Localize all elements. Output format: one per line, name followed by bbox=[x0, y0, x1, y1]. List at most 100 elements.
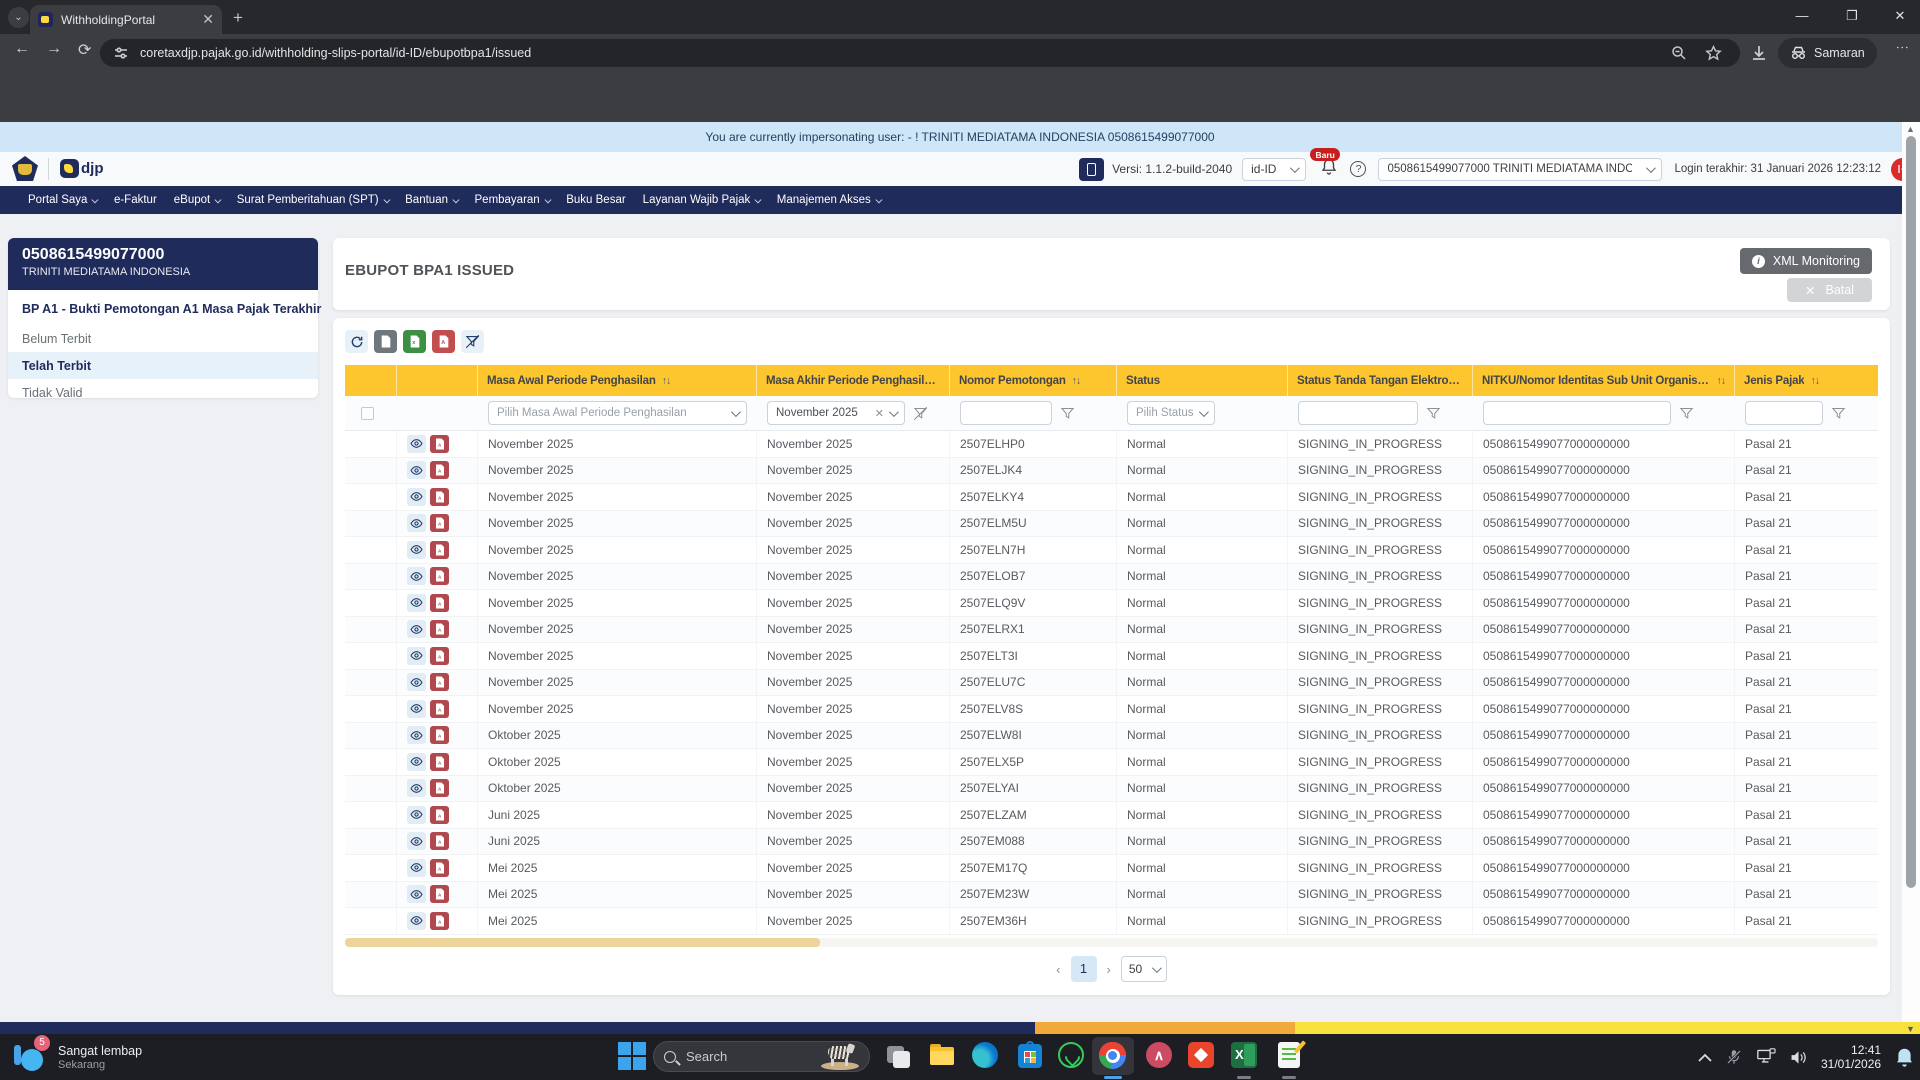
col-masa-akhir[interactable]: Masa Akhir Periode Penghasilan... bbox=[757, 365, 950, 396]
notification-center-icon[interactable] bbox=[1894, 1046, 1915, 1069]
refresh-button[interactable] bbox=[345, 330, 368, 353]
export-doc-button[interactable] bbox=[374, 330, 397, 353]
filter-status-select[interactable]: Pilih Status bbox=[1127, 401, 1215, 425]
col-nitku[interactable]: NITKU/Nomor Identitas Sub Unit Organisas… bbox=[1473, 365, 1735, 396]
nav-item-pembayaran[interactable]: Pembayaran bbox=[475, 194, 550, 206]
pdf-button[interactable]: A bbox=[430, 885, 449, 903]
whatsapp-button[interactable] bbox=[1058, 1042, 1086, 1070]
next-page-icon[interactable]: › bbox=[1107, 962, 1111, 977]
pdf-button[interactable]: A bbox=[430, 594, 449, 612]
browser-tab[interactable]: WithholdingPortal ✕ bbox=[30, 5, 222, 34]
pdf-button[interactable]: A bbox=[430, 461, 449, 479]
zoom-icon[interactable] bbox=[1671, 45, 1687, 61]
pdf-button[interactable]: A bbox=[430, 620, 449, 638]
reload-icon[interactable]: ⟳ bbox=[78, 40, 91, 60]
filter-active-icon[interactable] bbox=[913, 406, 928, 421]
sidebar-item-telah-terbit[interactable]: Telah Terbit bbox=[8, 352, 318, 379]
app-diamond-button[interactable] bbox=[1188, 1042, 1216, 1070]
window-close-button[interactable]: ✕ bbox=[1880, 0, 1920, 32]
col-nomor-pemotongan[interactable]: Nomor Pemotongan↑↓ bbox=[950, 365, 1117, 396]
tab-search-icon[interactable]: ⌄ bbox=[8, 7, 29, 28]
filter-nitku-input[interactable] bbox=[1483, 401, 1671, 425]
tray-chevron-icon[interactable] bbox=[1698, 1053, 1712, 1062]
pdf-button[interactable]: A bbox=[430, 779, 449, 797]
back-icon[interactable]: ← bbox=[14, 40, 30, 58]
browser-menu-icon[interactable]: ⋮ bbox=[1895, 41, 1910, 54]
view-button[interactable] bbox=[407, 779, 426, 797]
taskbar-weather[interactable]: 5 Sangat lembap Sekarang bbox=[12, 1039, 142, 1075]
view-button[interactable] bbox=[407, 461, 426, 479]
nav-item-bantuan[interactable]: Bantuan bbox=[405, 194, 457, 206]
taskbar-clock[interactable]: 12:41 31/01/2026 bbox=[1821, 1043, 1881, 1071]
forward-icon[interactable]: → bbox=[46, 40, 62, 58]
view-button[interactable] bbox=[407, 753, 426, 771]
nav-item-e-faktur[interactable]: e-Faktur bbox=[114, 194, 157, 206]
taskbar-search[interactable]: Search bbox=[653, 1041, 870, 1072]
pdf-button[interactable]: A bbox=[430, 859, 449, 877]
col-jenis-pajak[interactable]: Jenis Pajak↑↓ bbox=[1735, 365, 1878, 396]
filter-nomor-input[interactable] bbox=[960, 401, 1052, 425]
view-button[interactable] bbox=[407, 594, 426, 612]
view-button[interactable] bbox=[407, 673, 426, 691]
network-icon[interactable] bbox=[1756, 1048, 1776, 1066]
help-button[interactable]: ? bbox=[1350, 161, 1366, 177]
view-button[interactable] bbox=[407, 806, 426, 824]
filter-masa-akhir-select[interactable]: November 2025 ✕ bbox=[767, 401, 905, 425]
djp-logo[interactable]: djp bbox=[60, 159, 104, 178]
volume-icon[interactable] bbox=[1789, 1049, 1808, 1066]
filter-jenis-input[interactable] bbox=[1745, 401, 1823, 425]
account-select[interactable]: 0508615499077000 TRINITI MEDIATAMA INDON… bbox=[1378, 158, 1662, 181]
mobile-app-button[interactable] bbox=[1079, 158, 1104, 181]
profile-button[interactable]: Samaran bbox=[1778, 38, 1877, 68]
pdf-button[interactable]: A bbox=[430, 435, 449, 453]
nav-item-portal-saya[interactable]: Portal Saya bbox=[28, 194, 97, 206]
tab-close-icon[interactable]: ✕ bbox=[202, 11, 214, 28]
task-view-button[interactable] bbox=[885, 1042, 913, 1070]
pdf-button[interactable]: A bbox=[430, 488, 449, 506]
view-button[interactable] bbox=[407, 832, 426, 850]
pdf-button[interactable]: A bbox=[430, 673, 449, 691]
pdf-button[interactable]: A bbox=[430, 567, 449, 585]
horizontal-scrollbar[interactable] bbox=[345, 938, 1878, 947]
page-number[interactable]: 1 bbox=[1071, 956, 1097, 982]
scrollbar-thumb[interactable] bbox=[1906, 136, 1916, 888]
xml-monitoring-button[interactable]: i XML Monitoring bbox=[1740, 248, 1872, 274]
pdf-button[interactable]: A bbox=[430, 753, 449, 771]
view-button[interactable] bbox=[407, 567, 426, 585]
col-status-ttd[interactable]: Status Tanda Tangan Elektronik... bbox=[1288, 365, 1473, 396]
view-button[interactable] bbox=[407, 541, 426, 559]
pdf-button[interactable]: A bbox=[430, 806, 449, 824]
address-bar[interactable]: coretaxdjp.pajak.go.id/withholding-slips… bbox=[100, 39, 1740, 67]
nav-item-ebupot[interactable]: eBupot bbox=[174, 194, 220, 206]
start-button[interactable] bbox=[618, 1042, 646, 1070]
page-size-select[interactable]: 50 bbox=[1121, 956, 1167, 982]
col-masa-awal[interactable]: Masa Awal Periode Penghasilan↑↓ bbox=[478, 365, 757, 396]
edge-button[interactable] bbox=[972, 1042, 1000, 1070]
view-button[interactable] bbox=[407, 859, 426, 877]
nav-item-layanan-wajib-pajak[interactable]: Layanan Wajib Pajak bbox=[643, 194, 760, 206]
view-button[interactable] bbox=[407, 488, 426, 506]
bookmark-star-icon[interactable] bbox=[1705, 45, 1722, 62]
filter-ttd-input[interactable] bbox=[1298, 401, 1418, 425]
pdf-button[interactable]: A bbox=[430, 832, 449, 850]
new-tab-button[interactable]: + bbox=[233, 8, 243, 28]
view-button[interactable] bbox=[407, 620, 426, 638]
window-restore-button[interactable]: ❐ bbox=[1832, 0, 1872, 32]
sidebar-item-belum-terbit[interactable]: Belum Terbit bbox=[8, 325, 318, 352]
filter-icon[interactable] bbox=[1679, 406, 1694, 421]
chrome-button[interactable] bbox=[1099, 1042, 1127, 1070]
nav-item-buku-besar[interactable]: Buku Besar bbox=[566, 194, 625, 206]
batal-button[interactable]: ✕ Batal bbox=[1787, 278, 1872, 302]
export-excel-button[interactable]: x bbox=[403, 330, 426, 353]
scrollbar-up-icon[interactable]: ▲ bbox=[1906, 124, 1915, 134]
download-icon[interactable] bbox=[1750, 44, 1768, 62]
prev-page-icon[interactable]: ‹ bbox=[1056, 962, 1060, 977]
clear-icon[interactable]: ✕ bbox=[875, 407, 884, 420]
file-explorer-button[interactable] bbox=[928, 1042, 956, 1070]
pdf-button[interactable]: A bbox=[430, 726, 449, 744]
filter-icon[interactable] bbox=[1060, 406, 1075, 421]
view-button[interactable] bbox=[407, 647, 426, 665]
scrollbar-down-icon[interactable]: ▼ bbox=[1906, 1024, 1915, 1034]
microsoft-store-button[interactable] bbox=[1016, 1042, 1044, 1070]
select-all-checkbox[interactable] bbox=[361, 407, 374, 420]
